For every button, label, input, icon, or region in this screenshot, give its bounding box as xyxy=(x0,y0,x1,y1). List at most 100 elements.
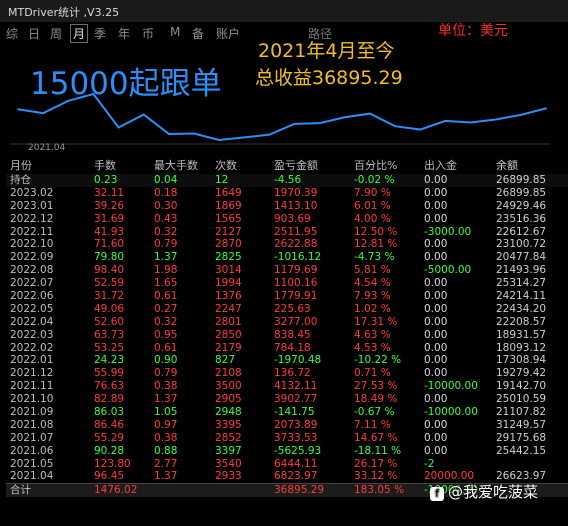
cell-flow: 0.00 xyxy=(424,199,448,212)
tab-week[interactable]: 周 xyxy=(50,25,62,42)
tab-note[interactable]: 备 xyxy=(192,25,204,42)
table-row[interactable]: 2022.06 31.72 0.61 1376 1779.91 7.93 % 0.00 242… xyxy=(6,290,568,303)
cell-flow: 0.00 xyxy=(424,186,448,199)
tab-currency[interactable]: 币 xyxy=(142,25,154,42)
header-max-lots[interactable]: 最大手数 xyxy=(154,158,198,174)
balance-point-2022.09 xyxy=(444,120,447,122)
table-row[interactable]: 2022.04 52.60 0.32 2801 3277.00 17.31 % 0.00 22… xyxy=(6,316,568,329)
cell-pnl: 6823.97 xyxy=(274,470,318,483)
holding-lots: 0.23 xyxy=(94,174,118,186)
table-row[interactable]: 2022.07 52.59 1.65 1994 1100.16 4.54 % 0.00 253… xyxy=(6,277,568,290)
tab-m[interactable]: M xyxy=(170,25,180,39)
cell-pnl: -1016.12 xyxy=(274,251,322,264)
cell-pnl: 1100.16 xyxy=(274,277,318,290)
cell-pnl: 6444.11 xyxy=(274,457,318,470)
cell-pct: -10.22 % xyxy=(354,354,402,367)
cell-pct: 18.49 % xyxy=(354,393,398,406)
balance-point-2021.08 xyxy=(117,126,120,129)
cell-pct: 6.01 % xyxy=(354,199,391,212)
cell-max-lots: 0.32 xyxy=(154,315,178,328)
cell-balance: 21493.96 xyxy=(496,264,547,277)
tab-account[interactable]: 账户 xyxy=(216,25,240,42)
tab-day[interactable]: 日 xyxy=(28,25,40,42)
table-row[interactable]: 2022.02 53.25 0.61 2179 784.18 4.53 % 0.00 1809… xyxy=(6,342,568,355)
cell-month: 2021.10 xyxy=(10,393,54,406)
cell-max-lots: 0.61 xyxy=(154,290,178,303)
table-row[interactable]: 2021.11 76.63 0.38 3500 4132.11 27.53 % -10000… xyxy=(6,380,568,393)
cell-month: 2022.03 xyxy=(10,328,54,341)
cell-pnl: 136.72 xyxy=(274,367,311,380)
chart-start-label: 2021.04 xyxy=(28,143,66,153)
table-row[interactable]: 2022.03 63.73 0.95 2850 838.45 4.63 % 0.00 1893… xyxy=(6,329,568,342)
cell-month: 2023.02 xyxy=(10,186,54,199)
cell-lots: 24.23 xyxy=(94,354,125,367)
cell-count: 2127 xyxy=(215,225,242,238)
header-pnl[interactable]: 盈亏金额 xyxy=(274,158,318,174)
table-row[interactable]: 2021.09 86.03 1.05 2948 -141.75 -0.67 % -10000… xyxy=(6,406,568,419)
cell-lots: 55.99 xyxy=(94,367,125,380)
cell-pnl: 903.69 xyxy=(274,212,311,225)
cell-balance: 19142.70 xyxy=(496,380,547,393)
header-pct[interactable]: 百分比% xyxy=(354,158,397,174)
table-row[interactable]: 2022.05 49.06 0.27 2247 225.63 1.02 % 0.00 2243… xyxy=(6,303,568,316)
table-row[interactable]: 2022.09 79.80 1.37 2825 -1016.12 -4.73 % 0.00 2… xyxy=(6,251,568,264)
balance-point-2022.05 xyxy=(344,116,346,119)
header-month[interactable]: 月份 xyxy=(10,158,32,174)
cell-balance: 22612.67 xyxy=(496,225,547,238)
table-row[interactable]: 2022.12 31.69 0.43 1565 903.69 4.00 % 0.00 2351… xyxy=(6,213,568,226)
cell-count: 2247 xyxy=(215,302,242,315)
table-row[interactable]: 2021.05 123.80 2.77 3540 6444.11 26.17 % -2 xyxy=(6,458,568,471)
balance-point-2022.04 xyxy=(318,122,321,124)
cell-balance: 22208.57 xyxy=(496,315,547,328)
cell-max-lots: 0.88 xyxy=(154,444,178,457)
tab-year[interactable]: 年 xyxy=(118,25,130,42)
cell-lots: 55.29 xyxy=(94,431,125,444)
cell-flow: 0.00 xyxy=(424,341,448,354)
tab-quarter[interactable]: 季 xyxy=(94,25,106,42)
holding-balance: 26899.85 xyxy=(496,174,547,186)
header-lots[interactable]: 手数 xyxy=(94,158,116,174)
balance-point-2023.01 xyxy=(545,107,547,110)
cell-count: 2905 xyxy=(215,393,242,406)
balance-point-2022.08 xyxy=(419,128,422,131)
tab-month[interactable]: 月 xyxy=(70,24,89,43)
header-count[interactable]: 次数 xyxy=(215,158,237,174)
balance-point-2022.03 xyxy=(293,123,296,125)
cell-month: 2022.09 xyxy=(10,251,54,264)
table-row[interactable]: 2021.07 55.29 0.38 2852 3733.53 14.67 % 0.00 29… xyxy=(6,432,568,445)
holding-flow: 0.00 xyxy=(424,174,448,186)
cell-balance: 24929.46 xyxy=(496,199,547,212)
cell-pct: 7.93 % xyxy=(354,290,391,303)
table-row[interactable]: 2021.10 82.89 1.37 2905 3902.77 18.49 % 0.00 25… xyxy=(6,393,568,406)
table-row[interactable]: 2021.06 90.28 0.88 3397 -5625.93 -18.11 % 0.00… xyxy=(6,445,568,458)
cell-count: 3397 xyxy=(215,444,242,457)
header-balance[interactable]: 余额 xyxy=(496,158,518,174)
cell-balance: 23100.72 xyxy=(496,238,547,251)
holding-max: 0.04 xyxy=(154,174,178,186)
table-row[interactable]: 2022.01 24.23 0.90 827 -1970.48 -10.22 % 0.00 1… xyxy=(6,354,568,367)
balance-point-2022.11 xyxy=(494,118,497,121)
cell-month: 2021.07 xyxy=(10,431,54,444)
holding-row[interactable]: 持仓 0.23 0.04 12 -4.56 -0.02 % 0.00 26899… xyxy=(6,174,568,187)
window-title: MTDriver统计 ,V3.25 xyxy=(8,6,120,19)
cell-max-lots: 1.37 xyxy=(154,470,178,483)
cell-month: 2021.08 xyxy=(10,418,54,431)
cell-pnl: 2622.88 xyxy=(274,238,318,251)
table-row[interactable]: 2022.11 41.93 0.32 2127 2511.95 12.50 % -3000.… xyxy=(6,226,568,239)
cell-count: 1376 xyxy=(215,290,242,303)
table-row[interactable]: 2021.12 55.99 0.79 2108 136.72 0.71 % 0.00 1927… xyxy=(6,367,568,380)
cell-pnl: 838.45 xyxy=(274,328,311,341)
cell-pct: 33.12 % xyxy=(354,470,398,483)
balance-point-2022.10 xyxy=(469,121,472,124)
table-row[interactable]: 2022.10 71.60 0.79 2870 2622.88 12.81 % 0.00 23… xyxy=(6,238,568,251)
cell-balance: 20477.84 xyxy=(496,251,547,264)
table-row[interactable]: 2021.08 86.46 0.97 3395 2073.89 7.11 % 0.00 312… xyxy=(6,419,568,432)
cell-pct: 12.50 % xyxy=(354,225,398,238)
cell-lots: 31.72 xyxy=(94,290,125,303)
table-row[interactable]: 2022.08 98.40 1.98 3014 1179.69 5.81 % -5000.0… xyxy=(6,264,568,277)
cell-flow: 0.00 xyxy=(424,302,448,315)
tab-overview[interactable]: 综 xyxy=(6,25,18,42)
table-row[interactable]: 2023.02 32.11 0.18 1649 1970.39 7.90 % 0.00 268… xyxy=(6,187,568,200)
header-flow[interactable]: 出入金 xyxy=(424,158,457,174)
table-row[interactable]: 2023.01 39.26 0.30 1869 1413.10 6.01 % 0.00 249… xyxy=(6,200,568,213)
